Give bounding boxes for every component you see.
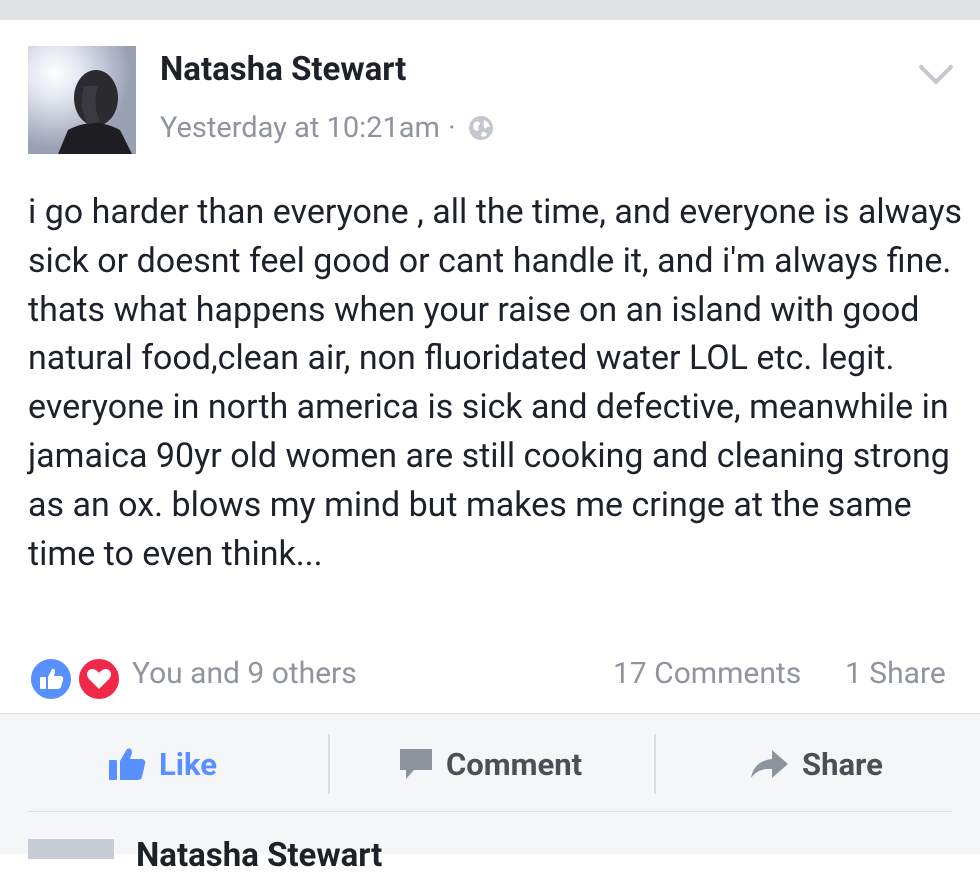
share-arrow-icon	[751, 750, 788, 778]
love-reaction-icon	[76, 656, 122, 702]
share-button[interactable]: Share	[748, 734, 883, 794]
post-meta: Yesterday at 10:21am ·	[160, 108, 496, 148]
reactions-summary[interactable]: You and 9 others 17 Comments 1 Share	[28, 652, 948, 702]
top-bar	[0, 0, 980, 20]
post-timestamp[interactable]: Yesterday at 10:21am	[160, 111, 440, 145]
share-button-label: Share	[802, 745, 883, 783]
reaction-icons	[28, 656, 122, 702]
action-divider	[328, 734, 330, 794]
comments-count[interactable]: 17 Comments	[613, 656, 801, 691]
meta-separator: ·	[447, 111, 456, 145]
divider	[28, 811, 952, 812]
like-button-label: Like	[159, 745, 217, 783]
post-author-name[interactable]: Natasha Stewart	[160, 50, 406, 89]
next-post-avatar[interactable]	[28, 839, 114, 859]
share-count[interactable]: 1 Share	[845, 656, 946, 691]
post-action-bar: Like Comment Share Natasha Stewart	[0, 713, 980, 875]
like-reaction-icon	[28, 656, 74, 702]
comment-button-label: Comment	[446, 745, 583, 783]
comment-button[interactable]: Comment	[398, 734, 582, 794]
comment-icon	[400, 749, 432, 779]
reaction-count-text[interactable]: You and 9 others	[132, 656, 357, 691]
post-body-text: i go harder than everyone , all the time…	[28, 192, 963, 574]
next-post-author-name[interactable]: Natasha Stewart	[136, 836, 382, 875]
globe-icon	[466, 113, 496, 143]
chevron-down-icon[interactable]	[916, 58, 956, 90]
thumbs-up-icon	[109, 748, 146, 780]
action-divider	[654, 734, 656, 794]
like-button[interactable]: Like	[107, 734, 217, 794]
avatar[interactable]	[28, 46, 136, 154]
